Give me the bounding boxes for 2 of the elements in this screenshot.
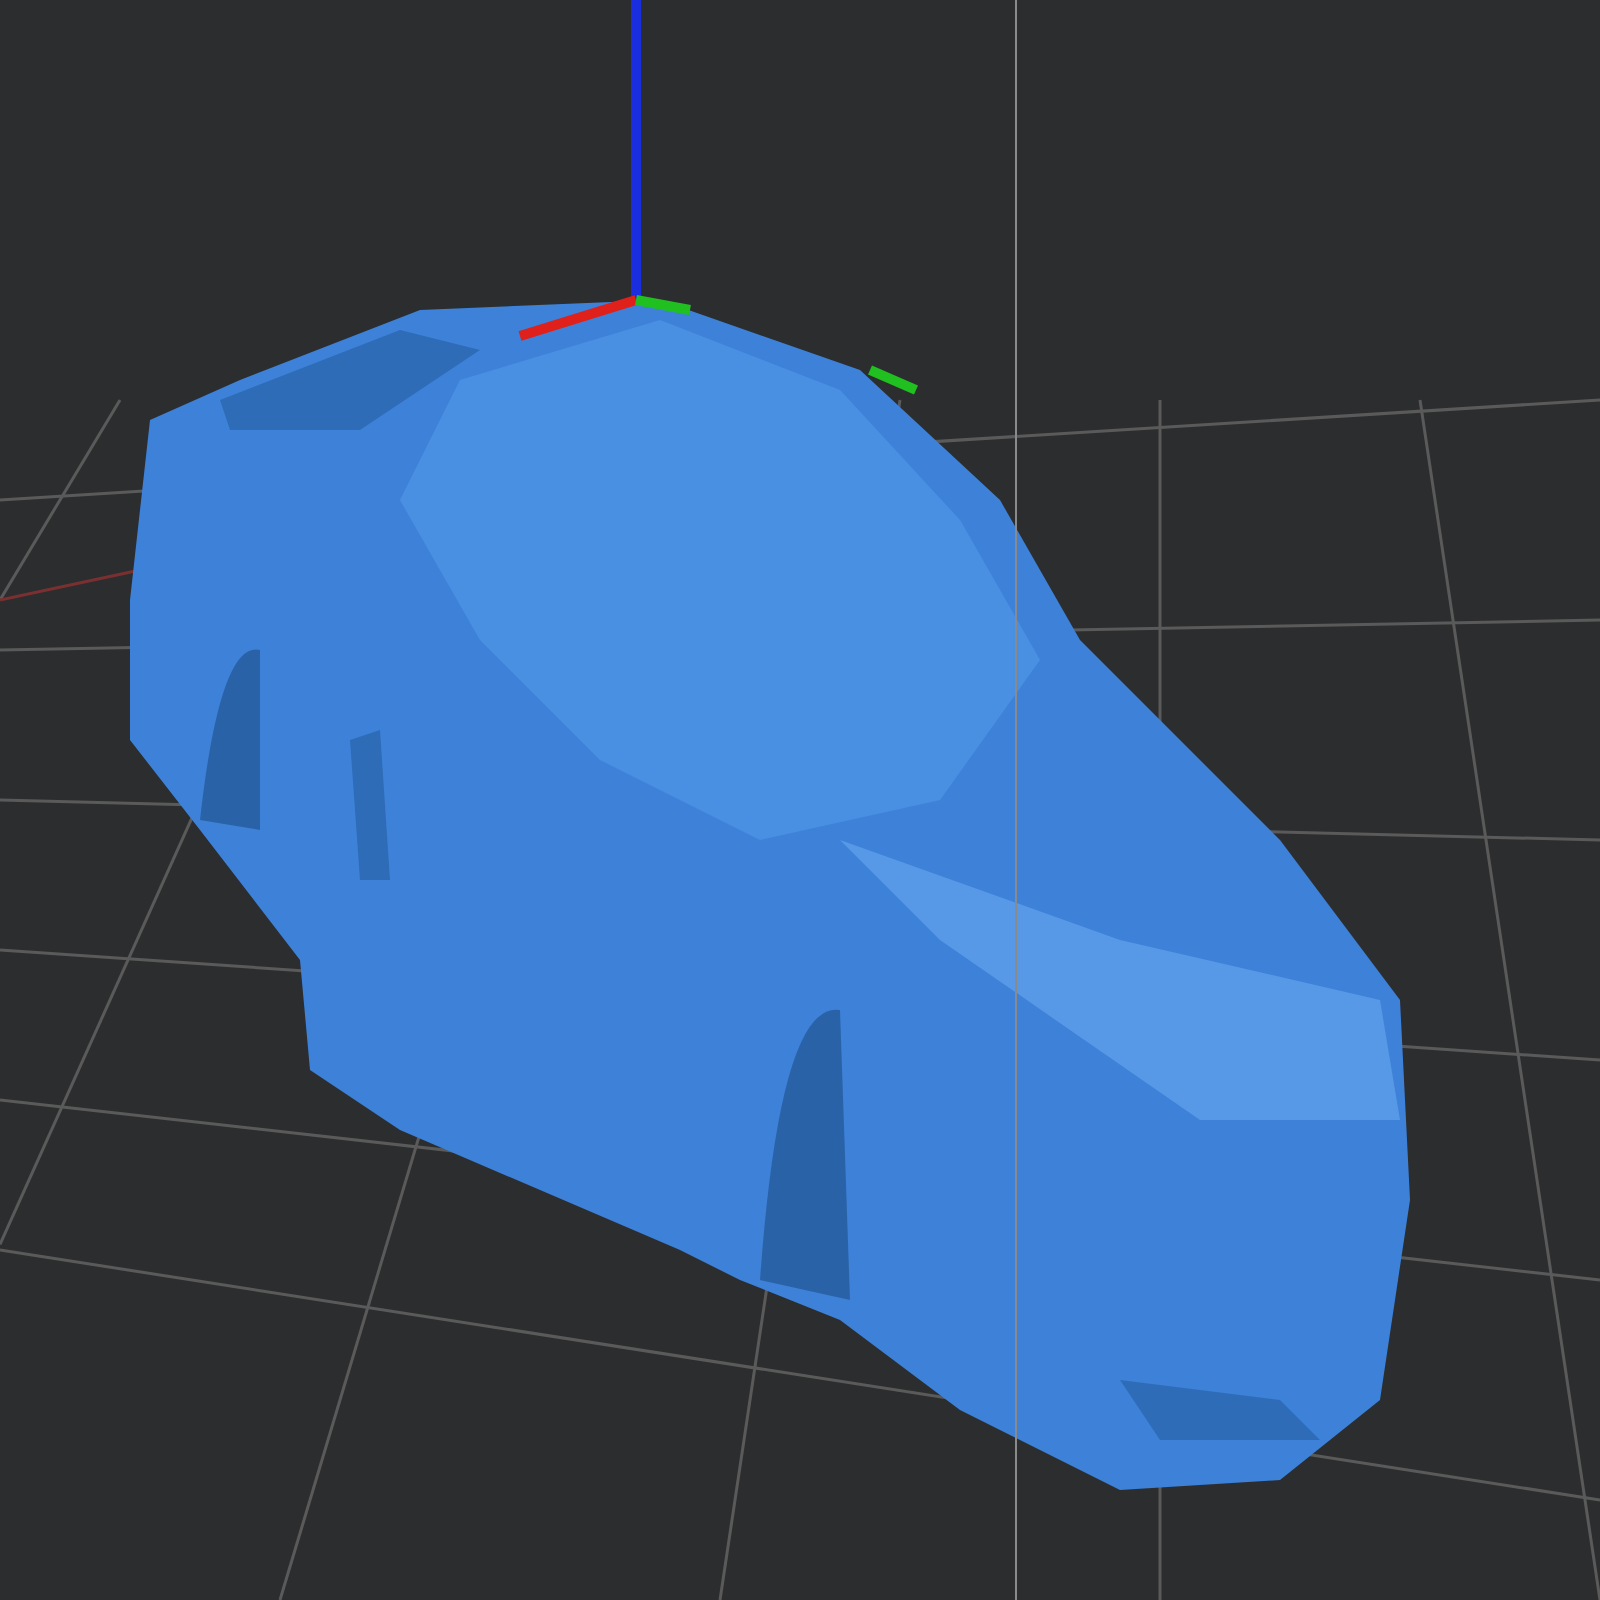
axis-gizmo-icon [518,0,918,395]
viewport[interactable] [0,0,1600,1600]
